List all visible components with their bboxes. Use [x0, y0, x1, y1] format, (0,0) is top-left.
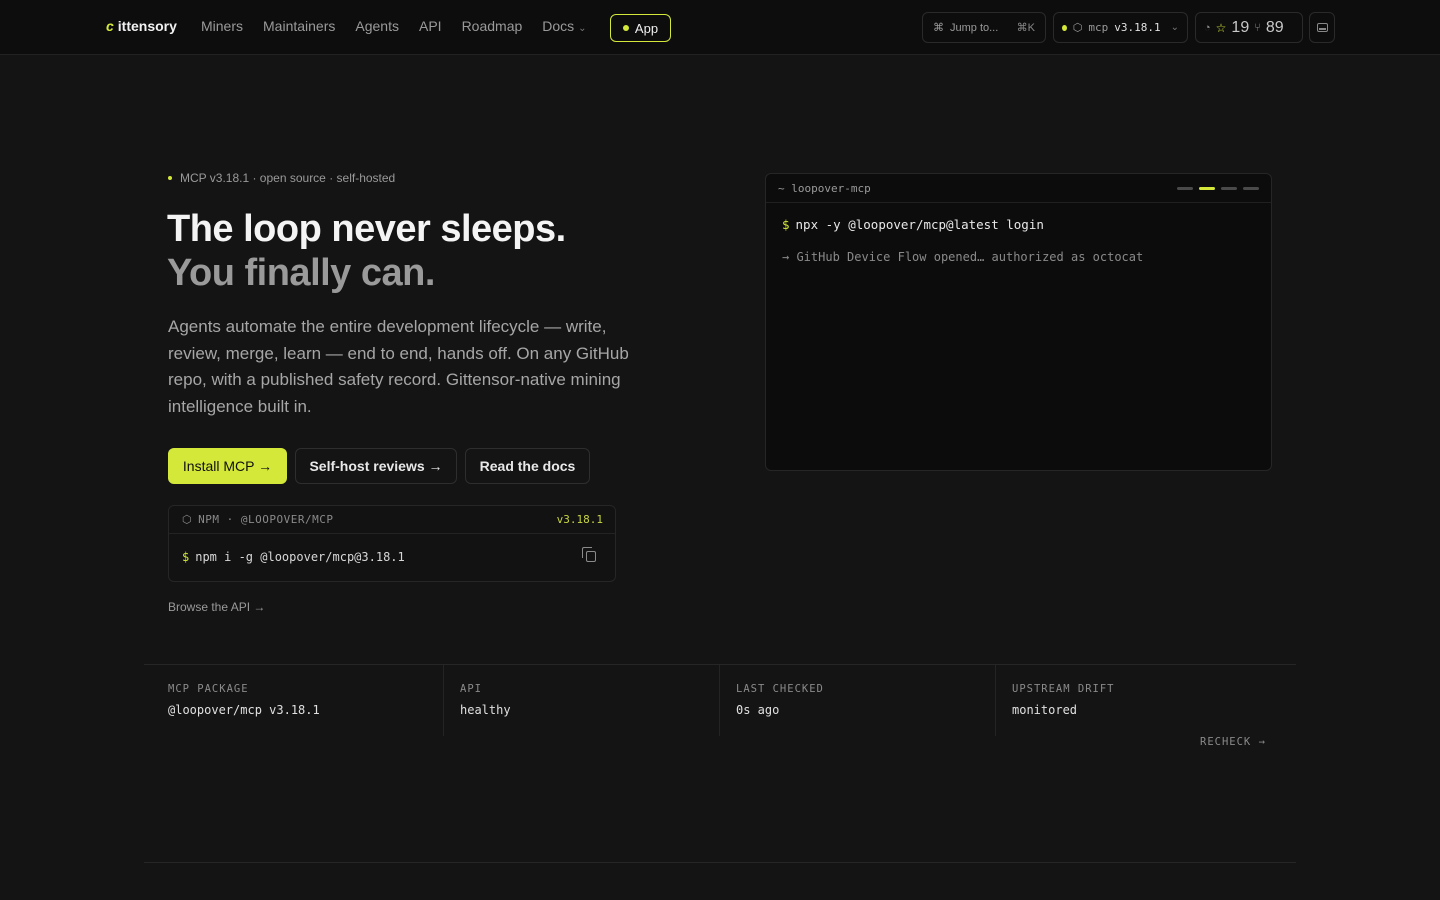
keyboard-shortcut: ⌘K — [1016, 22, 1035, 34]
nav-links: Miners Maintainers Agents API Roadmap Do… — [201, 18, 587, 34]
prompt-symbol: $ — [782, 217, 790, 232]
package-icon: ⬡ — [182, 513, 193, 526]
status-value: healthy — [460, 703, 511, 717]
npm-install-card: ⬡ NPM · @LOOPOVER/MCP v3.18.1 $ npm i -g … — [168, 505, 616, 582]
terminal-titlebar: ~ loopover-mcp — [766, 174, 1271, 203]
command-icon: ⌘ — [933, 22, 944, 34]
status-dot-icon — [168, 176, 172, 180]
fork-icon: ⑂ — [1254, 21, 1261, 34]
divider — [443, 665, 444, 736]
package-icon: ⬡ — [1072, 22, 1083, 34]
chevron-down-icon: ⌄ — [578, 23, 587, 34]
step-dash[interactable] — [1177, 187, 1193, 190]
npm-label: ⬡ NPM · @LOOPOVER/MCP — [182, 513, 333, 526]
logo[interactable]: c ittensory — [106, 18, 177, 34]
terminal-window: ~ loopover-mcp $ npx -y @loopover/mcp@lat… — [765, 173, 1272, 471]
status-value: monitored — [1012, 703, 1078, 717]
jump-to-search[interactable]: ⌘ Jump to... ⌘K — [922, 12, 1046, 43]
nav-link-maintainers[interactable]: Maintainers — [263, 18, 335, 34]
status-strip: MCP PACKAGE @loopover/mcp v3.18.1 API he… — [144, 664, 1296, 736]
status-cell: MCP PACKAGE @loopover/mcp v3.18.1 — [168, 665, 444, 736]
terminal-command: npx -y @loopover/mcp@latest login — [795, 217, 1044, 232]
app-button-label: App — [634, 20, 659, 36]
install-mcp-button[interactable]: Install MCP → — [168, 448, 287, 484]
hero-lede: Agents automate the entire development l… — [168, 317, 629, 416]
self-host-reviews-button[interactable]: Self-host reviews → — [295, 448, 457, 484]
terminal-step-indicator — [1177, 187, 1259, 190]
mcp-version: v3.18.1 — [1114, 21, 1161, 34]
step-dash[interactable] — [1221, 187, 1237, 190]
github-stats[interactable]: ◔ ☆ 19 ⑂ 89 — [1195, 12, 1303, 43]
status-key: UPSTREAM DRIFT — [1012, 683, 1115, 695]
mcp-version-selector[interactable]: ⬡ mcp v3.18.1 ⌄ — [1053, 12, 1188, 43]
nav-link-api[interactable]: API — [419, 18, 442, 34]
step-dash[interactable] — [1243, 187, 1259, 190]
chevron-down-icon: ⌄ — [1170, 22, 1179, 33]
status-cell: LAST CHECKED 0s ago — [736, 665, 996, 736]
browse-api-link[interactable]: Browse the API → — [168, 600, 265, 614]
hero-title-line2: You finally can. — [167, 252, 435, 294]
top-nav: c ittensory Miners Maintainers Agents AP… — [0, 0, 1440, 55]
logo-text: ittensory — [117, 18, 177, 34]
eyebrow-text: MCP v3.18.1 · open source · self-hosted — [180, 171, 396, 185]
nav-link-agents[interactable]: Agents — [355, 18, 399, 34]
hero-title-line1: The loop never sleeps. — [167, 208, 566, 250]
logo-mark-icon: c — [106, 18, 114, 34]
app-button[interactable]: App — [610, 14, 671, 42]
status-cell: UPSTREAM DRIFT monitored — [1012, 665, 1272, 736]
npm-command-text: npm i -g @loopover/mcp@3.18.1 — [195, 550, 405, 564]
nav-link-docs[interactable]: Docs ⌄ — [542, 18, 586, 34]
star-count: 19 — [1231, 18, 1250, 36]
star-icon: ☆ — [1215, 20, 1227, 35]
status-dot-icon — [1062, 24, 1067, 31]
npm-card-header: ⬡ NPM · @LOOPOVER/MCP v3.18.1 — [169, 506, 615, 534]
copy-icon[interactable] — [582, 547, 596, 562]
prompt-symbol: $ — [182, 550, 190, 564]
status-value: 0s ago — [736, 703, 780, 717]
recheck-button[interactable]: RECHECK → — [1200, 736, 1266, 748]
divider — [144, 862, 1296, 863]
status-dot-icon — [622, 25, 629, 31]
terminal-output: → GitHub Device Flow opened… authorized … — [782, 250, 1144, 264]
read-docs-button[interactable]: Read the docs — [465, 448, 590, 484]
status-value: @loopover/mcp v3.18.1 — [168, 703, 320, 717]
fork-count: 89 — [1265, 18, 1284, 36]
hero-eyebrow: MCP v3.18.1 · open source · self-hosted — [168, 171, 395, 185]
github-icon: ◔ — [1204, 21, 1211, 34]
mcp-label: mcp — [1088, 21, 1109, 34]
npm-label-text: NPM · @LOOPOVER/MCP — [198, 513, 334, 526]
status-key: MCP PACKAGE — [168, 683, 249, 695]
divider — [995, 665, 996, 736]
status-key: API — [460, 683, 482, 695]
jump-to-label: Jump to... — [950, 21, 999, 34]
terminal-command-line: $ npx -y @loopover/mcp@latest login — [782, 217, 1044, 232]
panel-toggle-button[interactable] — [1309, 12, 1335, 43]
step-dash[interactable] — [1199, 187, 1215, 190]
status-cell: API healthy — [460, 665, 720, 736]
npm-command[interactable]: $ npm i -g @loopover/mcp@3.18.1 — [182, 550, 405, 564]
nav-link-roadmap[interactable]: Roadmap — [462, 18, 523, 34]
status-key: LAST CHECKED — [736, 683, 824, 695]
divider — [719, 665, 720, 736]
nav-link-miners[interactable]: Miners — [201, 18, 243, 34]
panel-icon — [1316, 23, 1328, 32]
npm-version: v3.18.1 — [556, 513, 603, 526]
terminal-title: ~ loopover-mcp — [778, 182, 871, 195]
nav-link-docs-label: Docs — [542, 18, 575, 34]
